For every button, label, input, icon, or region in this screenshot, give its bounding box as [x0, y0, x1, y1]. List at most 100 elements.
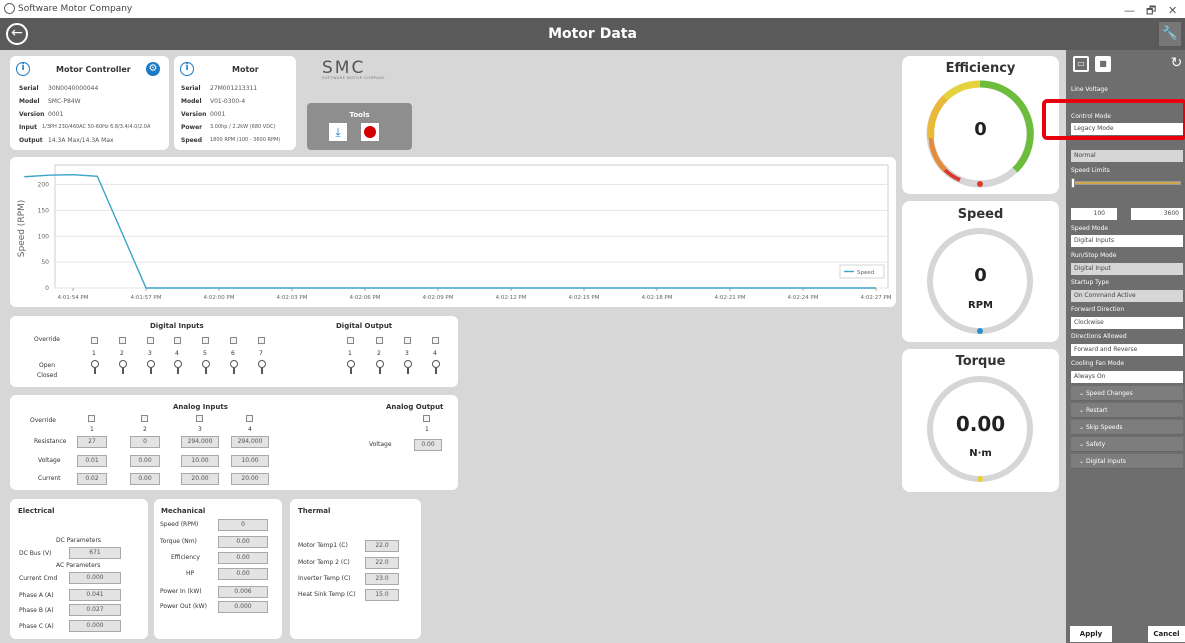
info-icon[interactable]: i	[16, 62, 30, 76]
analog-input-override-checkbox[interactable]	[88, 415, 95, 422]
speed-limits-slider[interactable]	[1073, 181, 1181, 185]
analog-input-voltage-field: 10.00	[231, 455, 269, 467]
digital-output-override-checkbox[interactable]	[404, 337, 411, 344]
x-tick-label: 4:01:54 PM	[57, 295, 88, 301]
controller-serial: 30N0040000044	[48, 85, 99, 92]
chevron-down-icon: ⌄	[1079, 390, 1086, 397]
brand-tagline: SOFTWARE MOTOR COMPANY	[322, 76, 385, 80]
electrical-title: Electrical	[18, 507, 55, 515]
directions-allowed-select[interactable]: Forward and Reverse	[1071, 344, 1183, 356]
digital-input-override-checkbox[interactable]	[202, 337, 209, 344]
app-header: Motor Data ← 🔧	[0, 18, 1185, 50]
speed-mode-select[interactable]: Digital Inputs	[1071, 235, 1183, 247]
speed-gauge-card: Speed 0 RPM	[902, 201, 1059, 342]
current-cmd-field: 0.000	[69, 572, 121, 584]
back-arrow-icon[interactable]: ←	[6, 23, 28, 45]
save-icon[interactable]: ■	[1095, 56, 1111, 72]
speed-chart: 200 150 100 50 0 Speed (RPM) 4:01:54 PM 4:01:57…	[17, 164, 892, 301]
apply-button[interactable]: Apply	[1070, 626, 1112, 642]
analog-output-voltage-field: 0.00	[414, 439, 442, 451]
digital-input-override-checkbox[interactable]	[119, 337, 126, 344]
motor-title: Motor	[232, 65, 259, 74]
digital-input-override-checkbox[interactable]	[91, 337, 98, 344]
analog-input-override-checkbox[interactable]	[196, 415, 203, 422]
section-speed-changes[interactable]: ⌄ Speed Changes	[1071, 386, 1183, 401]
speed-max-input[interactable]: 3600	[1131, 208, 1183, 220]
digital-input-override-checkbox[interactable]	[174, 337, 181, 344]
reset-icon[interactable]: ↻	[1168, 55, 1185, 72]
section-digital-inputs[interactable]: ⌄ Digital Inputs	[1071, 454, 1183, 469]
analog-output-override-checkbox[interactable]	[423, 415, 430, 422]
digital-input-state-indicator	[119, 360, 127, 374]
version-label: Version	[19, 111, 45, 118]
digital-output-title: Digital Output	[336, 322, 393, 330]
forward-direction-label: Forward Direction	[1071, 306, 1125, 313]
highlight-box	[1042, 99, 1185, 140]
mech-power-in-field: 0.006	[218, 586, 268, 598]
motor-temp1-label: Motor Temp1 (C)	[298, 542, 348, 549]
cooling-fan-select[interactable]: Always On	[1071, 371, 1183, 383]
chevron-down-icon: ⌄	[1079, 424, 1086, 431]
analog-input-override-checkbox[interactable]	[141, 415, 148, 422]
mechanical-card: Mechanical Speed (RPM) 0 Torque (Nm) 0.0…	[154, 499, 282, 639]
digital-output-override-checkbox[interactable]	[432, 337, 439, 344]
analog-input-resistance-field: 0	[130, 436, 160, 448]
current-cmd-label: Current Cmd	[19, 575, 58, 582]
app-logo-icon	[4, 3, 15, 14]
serial-label: Serial	[181, 85, 201, 92]
motor-serial: 27M001213311	[210, 85, 258, 92]
digital-io-card: Digital Inputs Digital Output Override O…	[10, 316, 458, 387]
plot-frame	[54, 164, 889, 289]
x-tick-label: 4:01:57 PM	[130, 295, 161, 301]
x-tick-label: 4:02:18 PM	[641, 295, 672, 301]
gear-icon[interactable]: ⚙	[146, 62, 160, 76]
wrench-icon[interactable]: 🔧	[1159, 22, 1181, 46]
run-stop-select[interactable]: Digital Input	[1071, 263, 1183, 275]
motor-card: i Motor Serial 27M001213311 Model V01-03…	[174, 56, 296, 150]
section-label: Skip Speeds	[1085, 424, 1123, 431]
download-icon[interactable]: ⤓	[329, 123, 347, 141]
digital-input-state-indicator	[147, 360, 155, 374]
mech-efficiency-field: 0.00	[218, 552, 268, 564]
digital-input-override-checkbox[interactable]	[230, 337, 237, 344]
info-icon[interactable]: i	[180, 62, 194, 76]
digital-input-channel-number: 7	[259, 350, 263, 357]
section-label: Digital Inputs	[1085, 458, 1126, 465]
speed-min-input[interactable]: 100	[1071, 208, 1117, 220]
digital-input-channel-number: 6	[231, 350, 235, 357]
cancel-button[interactable]: Cancel	[1148, 626, 1185, 642]
digital-output-override-checkbox[interactable]	[376, 337, 383, 344]
forward-direction-select[interactable]: Clockwise	[1071, 317, 1183, 329]
x-tick-label: 4:02:00 PM	[203, 295, 234, 301]
digital-input-override-checkbox[interactable]	[147, 337, 154, 344]
page-title: Motor Data	[548, 26, 637, 42]
section-restart[interactable]: ⌄ Restart	[1071, 403, 1183, 418]
digital-input-state-indicator	[202, 360, 210, 374]
section-safety[interactable]: ⌄ Safety	[1071, 437, 1183, 452]
digital-input-override-checkbox[interactable]	[258, 337, 265, 344]
torque-unit: N·m	[969, 448, 992, 459]
x-tick-label: 4:02:27 PM	[860, 295, 891, 301]
speed-min-handle[interactable]	[1071, 178, 1075, 188]
mech-torque-field: 0.00	[218, 536, 268, 548]
digital-output-override-checkbox[interactable]	[347, 337, 354, 344]
analog-input-override-checkbox[interactable]	[246, 415, 253, 422]
torque-gauge-card: Torque 0.00 N·m	[902, 349, 1059, 492]
version-label: Version	[181, 111, 207, 118]
model-label: Model	[19, 98, 40, 105]
speed-needle-dot	[977, 328, 983, 334]
line-voltage-label: Line Voltage	[1071, 86, 1108, 93]
record-button[interactable]	[361, 123, 379, 141]
y-tick-label: 150	[38, 207, 50, 214]
motor-controller-title: Motor Controller	[56, 65, 131, 74]
section-skip-speeds[interactable]: ⌄ Skip Speeds	[1071, 420, 1183, 435]
digital-input-channel-number: 4	[175, 350, 179, 357]
analog-input-channel-number: 3	[198, 426, 202, 433]
analog-input-voltage-field: 0.01	[77, 455, 107, 467]
dc-bus-label: DC Bus (V)	[19, 550, 52, 557]
mode-select[interactable]: Normal	[1071, 150, 1183, 162]
folder-open-icon[interactable]: ▭	[1073, 56, 1089, 72]
startup-type-select[interactable]: On Command Active	[1071, 290, 1183, 302]
inverter-temp-label: Inverter Temp (C)	[298, 575, 351, 582]
current-label: Current	[38, 475, 61, 482]
